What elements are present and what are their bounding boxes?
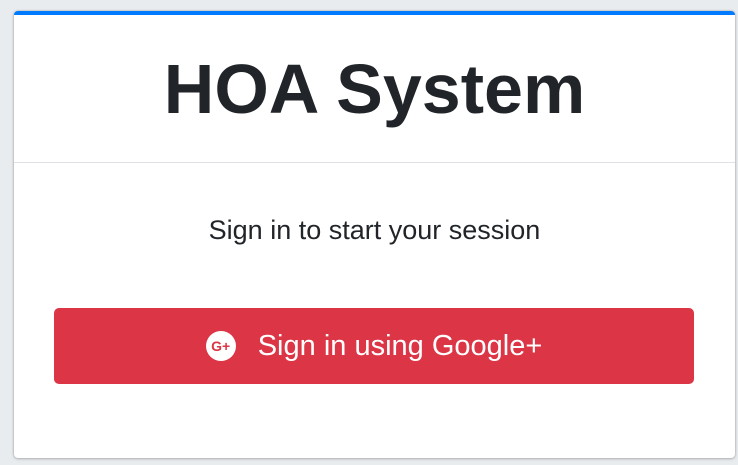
login-card: HOA System Sign in to start your session… bbox=[14, 11, 735, 458]
google-plus-icon: G+ bbox=[205, 331, 236, 361]
google-sign-in-label: Sign in using Google+ bbox=[257, 329, 543, 362]
card-body: Sign in to start your session G+ Sign in… bbox=[14, 163, 735, 443]
login-box-message: Sign in to start your session bbox=[208, 215, 541, 245]
google-sign-in-button[interactable]: G+ Sign in using Google+ bbox=[54, 308, 694, 384]
page-title: HOA System bbox=[163, 49, 586, 128]
card-header: HOA System bbox=[14, 15, 735, 163]
